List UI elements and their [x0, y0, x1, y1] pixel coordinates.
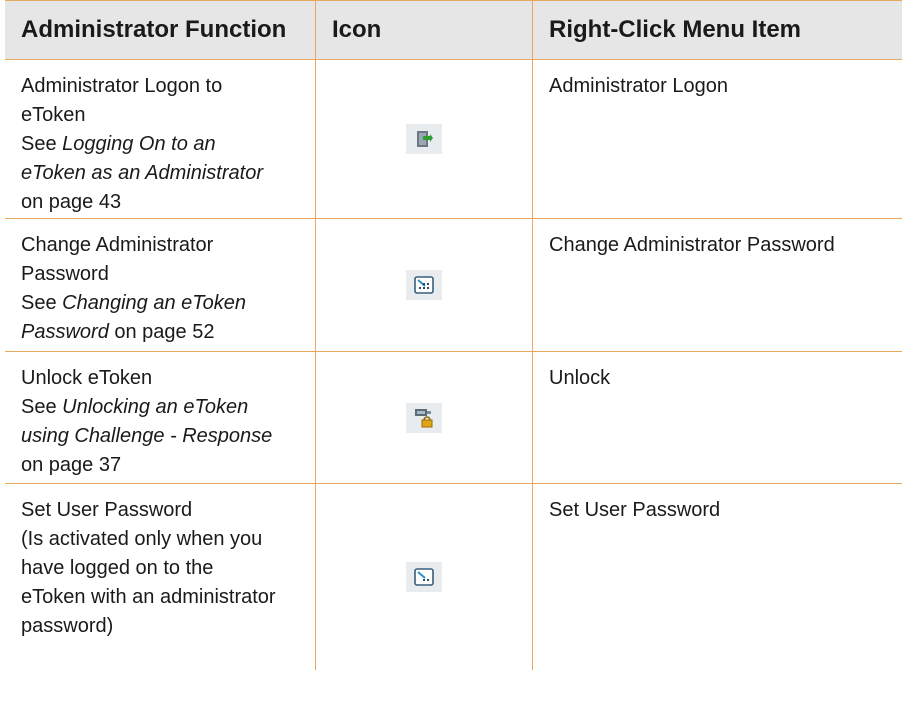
reference-link[interactable]: Password: [21, 321, 109, 343]
icon-cell: [315, 352, 532, 483]
function-text: Password: [21, 263, 109, 285]
menu-item-cell: Change Administrator Password: [532, 219, 902, 351]
table-header: Administrator Function Icon Right-Click …: [5, 0, 902, 60]
function-text: Set User Password: [21, 499, 193, 521]
page-reference: on page 52: [108, 321, 215, 343]
see-reference: eToken as an Administrator: [21, 159, 305, 188]
reference-link[interactable]: Unlocking an eToken: [62, 396, 248, 418]
unlock-icon: [406, 402, 442, 433]
function-cell: Change Administrator Password See Changi…: [5, 219, 315, 351]
function-text: Administrator Logon to: [21, 75, 223, 97]
see-reference: using Challenge - Response: [21, 422, 305, 451]
header-menu-item: Right-Click Menu Item: [532, 1, 902, 59]
see-prefix: See: [21, 396, 63, 418]
menu-item-cell: Set User Password: [532, 484, 902, 670]
administrator-logon-icon: [406, 124, 442, 154]
page-reference: on page 43: [21, 191, 122, 213]
table-row: Unlock eToken See Unlocking an eToken us…: [5, 352, 902, 484]
reference-link[interactable]: using Challenge - Response: [21, 425, 272, 447]
function-text: have logged on to the: [21, 557, 214, 579]
admin-functions-table: Administrator Function Icon Right-Click …: [5, 0, 902, 670]
reference-link[interactable]: Logging On to an: [62, 133, 215, 155]
see-reference: See Changing an eToken: [21, 289, 305, 318]
function-cell: Administrator Logon to eToken See Loggin…: [5, 60, 315, 218]
header-icon: Icon: [315, 1, 532, 59]
reference-link[interactable]: Changing an eToken: [62, 292, 246, 314]
table-row: Set User Password (Is activated only whe…: [5, 484, 902, 670]
see-reference: See Unlocking an eToken: [21, 393, 305, 422]
function-text: eToken: [21, 104, 86, 126]
icon-cell: [315, 60, 532, 218]
page-reference: on page 37: [21, 454, 122, 476]
function-cell: Set User Password (Is activated only whe…: [5, 484, 315, 670]
menu-item-cell: Unlock: [532, 352, 902, 483]
table-row: Change Administrator Password See Changi…: [5, 219, 902, 352]
see-reference: See Logging On to an: [21, 130, 305, 159]
see-reference: Password on page 52: [21, 318, 305, 347]
reference-link[interactable]: eToken as an Administrator: [21, 162, 263, 184]
see-prefix: See: [21, 133, 63, 155]
function-cell: Unlock eToken See Unlocking an eToken us…: [5, 352, 315, 483]
function-text: (Is activated only when you: [21, 528, 263, 550]
table-row: Administrator Logon to eToken See Loggin…: [5, 60, 902, 219]
icon-cell: [315, 484, 532, 670]
set-user-password-icon: [406, 562, 442, 592]
header-administrator-function: Administrator Function: [21, 16, 287, 43]
change-password-icon: [406, 270, 442, 300]
function-text: Change Administrator: [21, 234, 214, 256]
see-prefix: See: [21, 292, 63, 314]
function-text: eToken with an administrator: [21, 586, 276, 608]
function-text: password): [21, 615, 114, 637]
icon-cell: [315, 219, 532, 351]
function-text: Unlock eToken: [21, 367, 153, 389]
menu-item-cell: Administrator Logon: [532, 60, 902, 218]
